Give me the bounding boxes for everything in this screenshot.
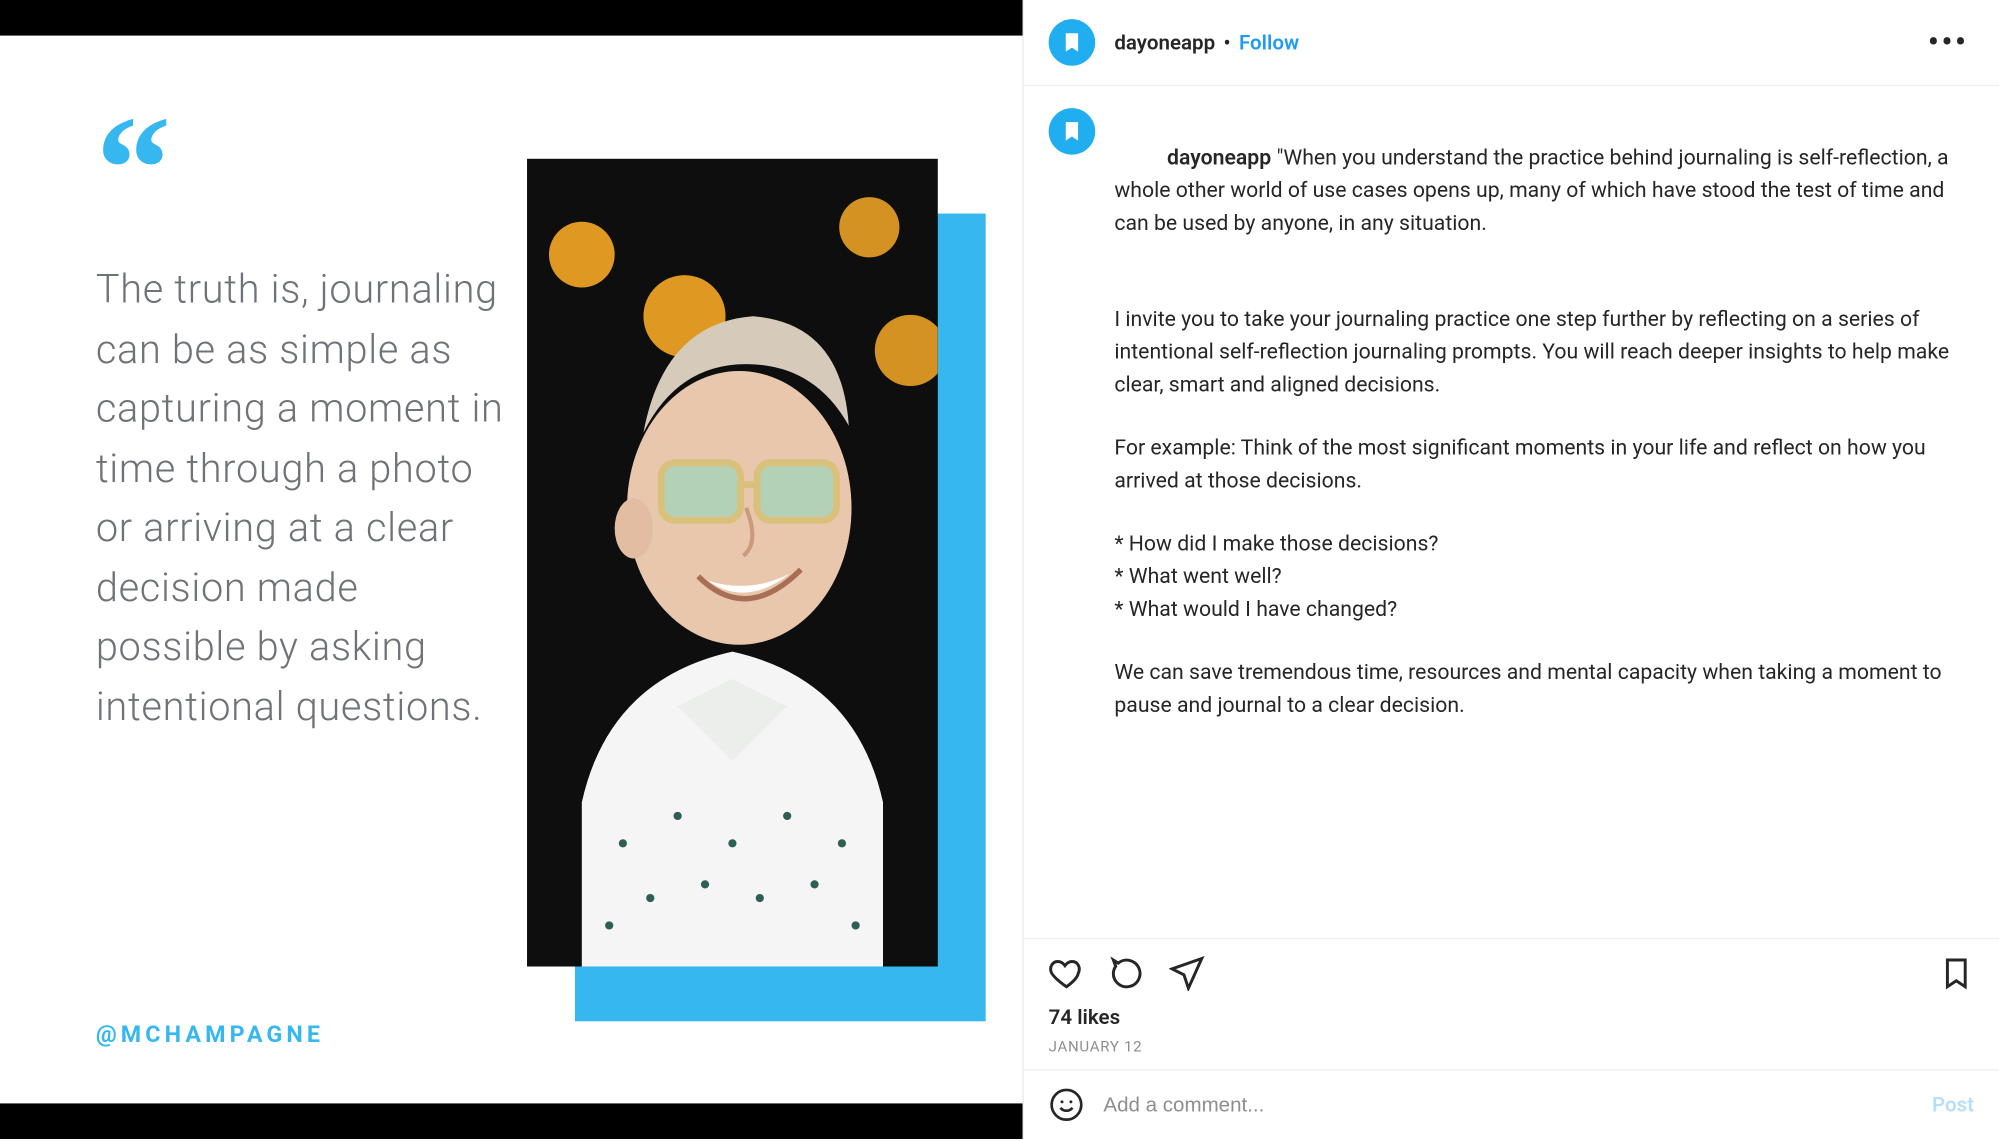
quote-handle: @MCHAMPAGNE bbox=[96, 1021, 507, 1048]
post-caption: dayoneapp"When you understand the practi… bbox=[1114, 108, 1974, 927]
post-panel: dayoneapp • Follow ••• dayoneapp"When yo… bbox=[1023, 0, 1999, 1139]
post-date: JANUARY 12 bbox=[1049, 1038, 1974, 1056]
caption-p3: For example: Think of the most significa… bbox=[1114, 431, 1974, 497]
caption-p2: I invite you to take your journaling pra… bbox=[1114, 303, 1974, 402]
action-row bbox=[1049, 950, 1974, 1002]
send-icon bbox=[1169, 956, 1205, 992]
post-header: dayoneapp • Follow ••• bbox=[1024, 0, 1999, 86]
like-button[interactable] bbox=[1049, 956, 1085, 992]
bookmark-outline-icon bbox=[1939, 956, 1975, 992]
emoji-button[interactable] bbox=[1049, 1087, 1085, 1123]
more-options-button[interactable]: ••• bbox=[1922, 25, 1974, 59]
post-body: dayoneapp"When you understand the practi… bbox=[1024, 86, 1999, 938]
bookmark-icon bbox=[1060, 119, 1085, 144]
quote-card-left: “ The truth is, journaling can be as sim… bbox=[96, 118, 507, 1049]
smile-icon bbox=[1049, 1087, 1085, 1123]
heart-icon bbox=[1049, 956, 1085, 992]
save-button[interactable] bbox=[1939, 956, 1975, 992]
post-media: “ The truth is, journaling can be as sim… bbox=[0, 0, 1023, 1139]
comment-bar: Post bbox=[1024, 1069, 1999, 1139]
comment-icon bbox=[1109, 956, 1145, 992]
bookmark-icon bbox=[1060, 30, 1085, 55]
caption-author[interactable]: dayoneapp bbox=[1167, 145, 1271, 170]
post-comment-button[interactable]: Post bbox=[1932, 1092, 1974, 1117]
share-button[interactable] bbox=[1169, 956, 1205, 992]
comment-button[interactable] bbox=[1109, 956, 1145, 992]
actions-bar: 74 likes JANUARY 12 bbox=[1024, 938, 1999, 1069]
portrait-photo bbox=[527, 159, 938, 967]
quote-card: “ The truth is, journaling can be as sim… bbox=[0, 36, 1023, 1104]
caption-p5: We can save tremendous time, resources a… bbox=[1114, 656, 1974, 722]
quote-card-right bbox=[507, 118, 941, 1049]
header-username[interactable]: dayoneapp bbox=[1114, 30, 1215, 55]
comment-input[interactable] bbox=[1103, 1093, 1912, 1116]
separator-dot: • bbox=[1223, 29, 1230, 55]
quote-text: The truth is, journaling can be as simpl… bbox=[96, 261, 507, 737]
likes-count[interactable]: 74 likes bbox=[1049, 1002, 1974, 1038]
follow-button[interactable]: Follow bbox=[1239, 30, 1299, 55]
caption-p4: * How did I make those decisions? * What… bbox=[1114, 527, 1974, 626]
avatar[interactable] bbox=[1049, 108, 1096, 155]
quote-icon: “ bbox=[96, 131, 507, 206]
avatar[interactable] bbox=[1049, 19, 1096, 66]
